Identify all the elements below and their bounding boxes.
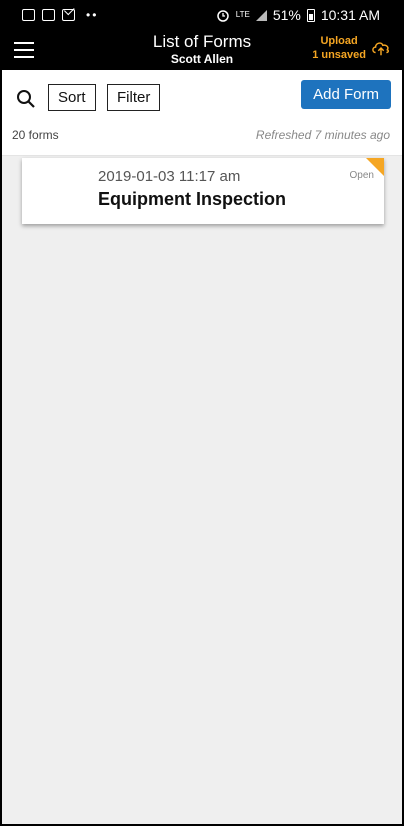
unsaved-count: 1 unsaved: [312, 49, 366, 61]
form-title: Equipment Inspection: [98, 189, 287, 209]
upload-button[interactable]: Upload 1 unsaved: [312, 34, 392, 62]
gallery-icon: [22, 9, 35, 21]
excel-icon: [42, 9, 55, 21]
clock: 10:31 AM: [320, 7, 380, 23]
alarm-icon: [216, 10, 229, 22]
app-frame: •• LTE 51% 10:31 AM List of Forms Scott …: [0, 0, 404, 826]
search-icon[interactable]: [16, 89, 36, 109]
more-notifications-icon: ••: [86, 8, 99, 22]
refreshed-status: Refreshed 7 minutes ago: [255, 128, 390, 142]
upload-label: Upload: [320, 35, 358, 47]
battery-percent: 51%: [272, 7, 301, 23]
form-list-item[interactable]: 2019-01-03 11:17 am Equipment Inspection…: [22, 158, 384, 224]
form-count: 20 forms: [12, 128, 59, 142]
form-status: Open: [349, 170, 374, 181]
status-bar: •• LTE 51% 10:31 AM: [2, 2, 402, 30]
system-icons: LTE 51% 10:31 AM: [216, 7, 380, 23]
app-header: List of Forms Scott Allen Upload 1 unsav…: [2, 30, 402, 70]
network-type: LTE: [235, 10, 250, 19]
notification-icons: ••: [22, 8, 98, 22]
sort-button[interactable]: Sort: [48, 84, 96, 111]
add-form-button[interactable]: Add Form: [301, 80, 391, 109]
form-date: 2019-01-03 11:17 am: [98, 168, 241, 185]
list-toolbar: Sort Filter Add Form 20 forms Refreshed …: [2, 70, 402, 156]
battery-icon: [306, 8, 315, 22]
mail-icon: [62, 9, 75, 21]
cloud-upload-icon: [372, 42, 389, 56]
signal-icon: [255, 9, 267, 21]
filter-button[interactable]: Filter: [107, 84, 161, 111]
